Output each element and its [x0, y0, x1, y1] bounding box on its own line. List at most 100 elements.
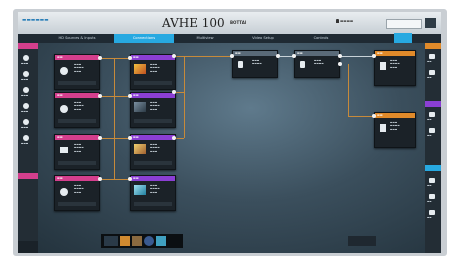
node-controls[interactable] — [134, 161, 172, 165]
dock-thumbnail[interactable] — [144, 236, 154, 246]
output-item[interactable]: ▬▬ — [427, 127, 439, 139]
input-port[interactable] — [128, 177, 132, 181]
input-port[interactable] — [372, 54, 376, 58]
output-item[interactable]: ▬▬ — [427, 209, 439, 221]
connection-wire[interactable] — [340, 56, 374, 57]
output-port[interactable] — [98, 177, 102, 181]
output-port[interactable] — [98, 56, 102, 60]
connection-wire[interactable] — [100, 138, 130, 139]
tab-controls[interactable]: Controls — [294, 34, 348, 43]
output-port[interactable] — [98, 94, 102, 98]
camera-icon — [23, 71, 29, 77]
source-node[interactable]: ▬▬ ▬▬▬ ▬▬▬▬ ▬▬▬ — [54, 175, 100, 211]
output-port[interactable] — [172, 54, 176, 58]
source-item[interactable]: ▬▬▬ — [20, 85, 36, 99]
dock-thumbnail[interactable] — [120, 236, 130, 246]
node-controls[interactable] — [58, 161, 96, 165]
output-item[interactable]: ▬▬ — [427, 53, 439, 65]
dock-scroll-arrows[interactable] — [348, 236, 376, 246]
input-port[interactable] — [128, 56, 132, 60]
node-controls[interactable] — [134, 202, 172, 206]
output-node[interactable]: ▬▬ ▬▬▬ ▬▬▬▬ ▬▬▬ — [374, 50, 416, 86]
router-node[interactable]: ▬▬ ▬▬▬ ▬▬▬▬ — [232, 50, 278, 78]
connection-wire[interactable] — [184, 56, 185, 138]
input-port[interactable] — [128, 94, 132, 98]
tab-video-setup[interactable]: Video Setup — [236, 34, 290, 43]
output-port[interactable] — [338, 54, 342, 58]
source-label: ▬▬▬ — [21, 110, 29, 113]
connect-icon[interactable] — [394, 33, 412, 43]
output-port[interactable] — [98, 136, 102, 140]
node-header: ▬▬ — [55, 55, 99, 60]
connection-wire[interactable] — [114, 58, 115, 179]
brand-logo: ▬▬▬▬▬▬ — [22, 18, 49, 23]
processor-node[interactable]: ▬▬ ▬▬▬ ▬▬▬▬ ▬▬▬ — [130, 54, 176, 90]
node-info: ▬▬▬ ▬▬▬▬ ▬▬▬ — [390, 121, 400, 131]
dock-item[interactable] — [104, 236, 118, 246]
output-item[interactable]: ▬▬ — [427, 69, 439, 81]
dock-thumbnail[interactable] — [156, 236, 166, 246]
user-label: ▬▬▬▬ — [340, 19, 354, 23]
processor-node[interactable]: ▬▬ ▬▬▬ ▬▬▬▬ ▬▬▬ — [130, 175, 176, 211]
output-item[interactable]: ▬▬ — [427, 177, 439, 189]
top-menu-button[interactable] — [425, 18, 436, 28]
node-controls[interactable] — [58, 202, 96, 206]
source-node[interactable]: ▬▬ ▬▬▬ ▬▬▬▬ ▬▬▬ — [54, 134, 100, 170]
top-input-field[interactable] — [386, 19, 422, 29]
node-header: ▬▬ — [55, 135, 99, 140]
output-label: ▬▬ — [427, 60, 432, 63]
source-item[interactable]: ▬▬▬ — [20, 69, 36, 83]
camera-icon — [23, 55, 29, 61]
node-controls[interactable] — [134, 81, 172, 85]
source-node[interactable]: ▬▬ ▬▬▬ ▬▬▬▬ ▬▬▬ — [54, 92, 100, 128]
right-panel-selected[interactable] — [425, 165, 441, 171]
lock-icon — [336, 19, 339, 23]
node-controls[interactable] — [134, 119, 172, 123]
processor-node[interactable]: ▬▬ ▬▬▬ ▬▬▬▬ ▬▬▬ — [130, 134, 176, 170]
right-panel-header — [425, 43, 441, 49]
source-node[interactable]: ▬▬ ▬▬▬ ▬▬▬▬ ▬▬▬ — [54, 54, 100, 90]
output-node[interactable]: ▬▬ ▬▬▬ ▬▬▬▬ ▬▬▬ — [374, 112, 416, 148]
monitor-icon — [429, 54, 435, 59]
input-port[interactable] — [128, 136, 132, 140]
tab-connections[interactable]: Connections — [114, 34, 174, 43]
router-node[interactable]: ▬▬ ▬▬▬ ▬▬▬▬ — [294, 50, 340, 78]
output-port[interactable] — [338, 62, 342, 66]
connection-wire[interactable] — [100, 58, 130, 59]
output-item[interactable]: ▬▬ — [427, 193, 439, 205]
dock-thumbnail[interactable] — [132, 236, 142, 246]
processor-node[interactable]: ▬▬ ▬▬▬ ▬▬▬▬ ▬▬▬ — [130, 92, 176, 128]
connection-wire[interactable] — [100, 96, 130, 97]
preview-thumbnail — [134, 185, 146, 195]
left-scroll-arrows[interactable] — [18, 241, 38, 253]
source-item[interactable]: ▬▬▬ — [20, 101, 36, 115]
tab-multiview[interactable]: Multiview — [178, 34, 232, 43]
output-label: ▬▬ — [427, 118, 432, 121]
person-icon — [429, 70, 435, 75]
camera-icon — [60, 105, 68, 113]
tab-sources[interactable]: HD Sources & Inputs — [40, 34, 114, 43]
output-port[interactable] — [172, 90, 176, 94]
source-item[interactable]: ▬▬▬ — [20, 133, 36, 147]
connection-wire[interactable] — [348, 116, 374, 117]
input-port[interactable] — [372, 114, 376, 118]
output-item[interactable]: ▬▬ — [427, 111, 439, 123]
output-port[interactable] — [276, 54, 280, 58]
source-item[interactable]: ▬▬▬ — [20, 53, 36, 67]
input-port[interactable] — [230, 54, 234, 58]
connection-wire[interactable] — [348, 64, 349, 116]
node-controls[interactable] — [58, 81, 96, 85]
monitor-icon — [429, 178, 435, 183]
input-port[interactable] — [292, 54, 296, 58]
node-header: ▬▬ — [375, 113, 415, 118]
node-controls[interactable] — [58, 119, 96, 123]
node-info: ▬▬▬ ▬▬▬▬ ▬▬▬ — [390, 59, 400, 69]
output-port[interactable] — [172, 136, 176, 140]
output-label: ▬▬ — [427, 134, 432, 137]
camera-icon — [23, 135, 29, 141]
left-panel-header — [18, 43, 38, 49]
source-item[interactable]: ▬▬▬ — [20, 117, 36, 131]
connection-wire[interactable] — [174, 56, 232, 57]
connection-wire[interactable] — [100, 179, 130, 180]
computer-icon — [23, 103, 29, 109]
